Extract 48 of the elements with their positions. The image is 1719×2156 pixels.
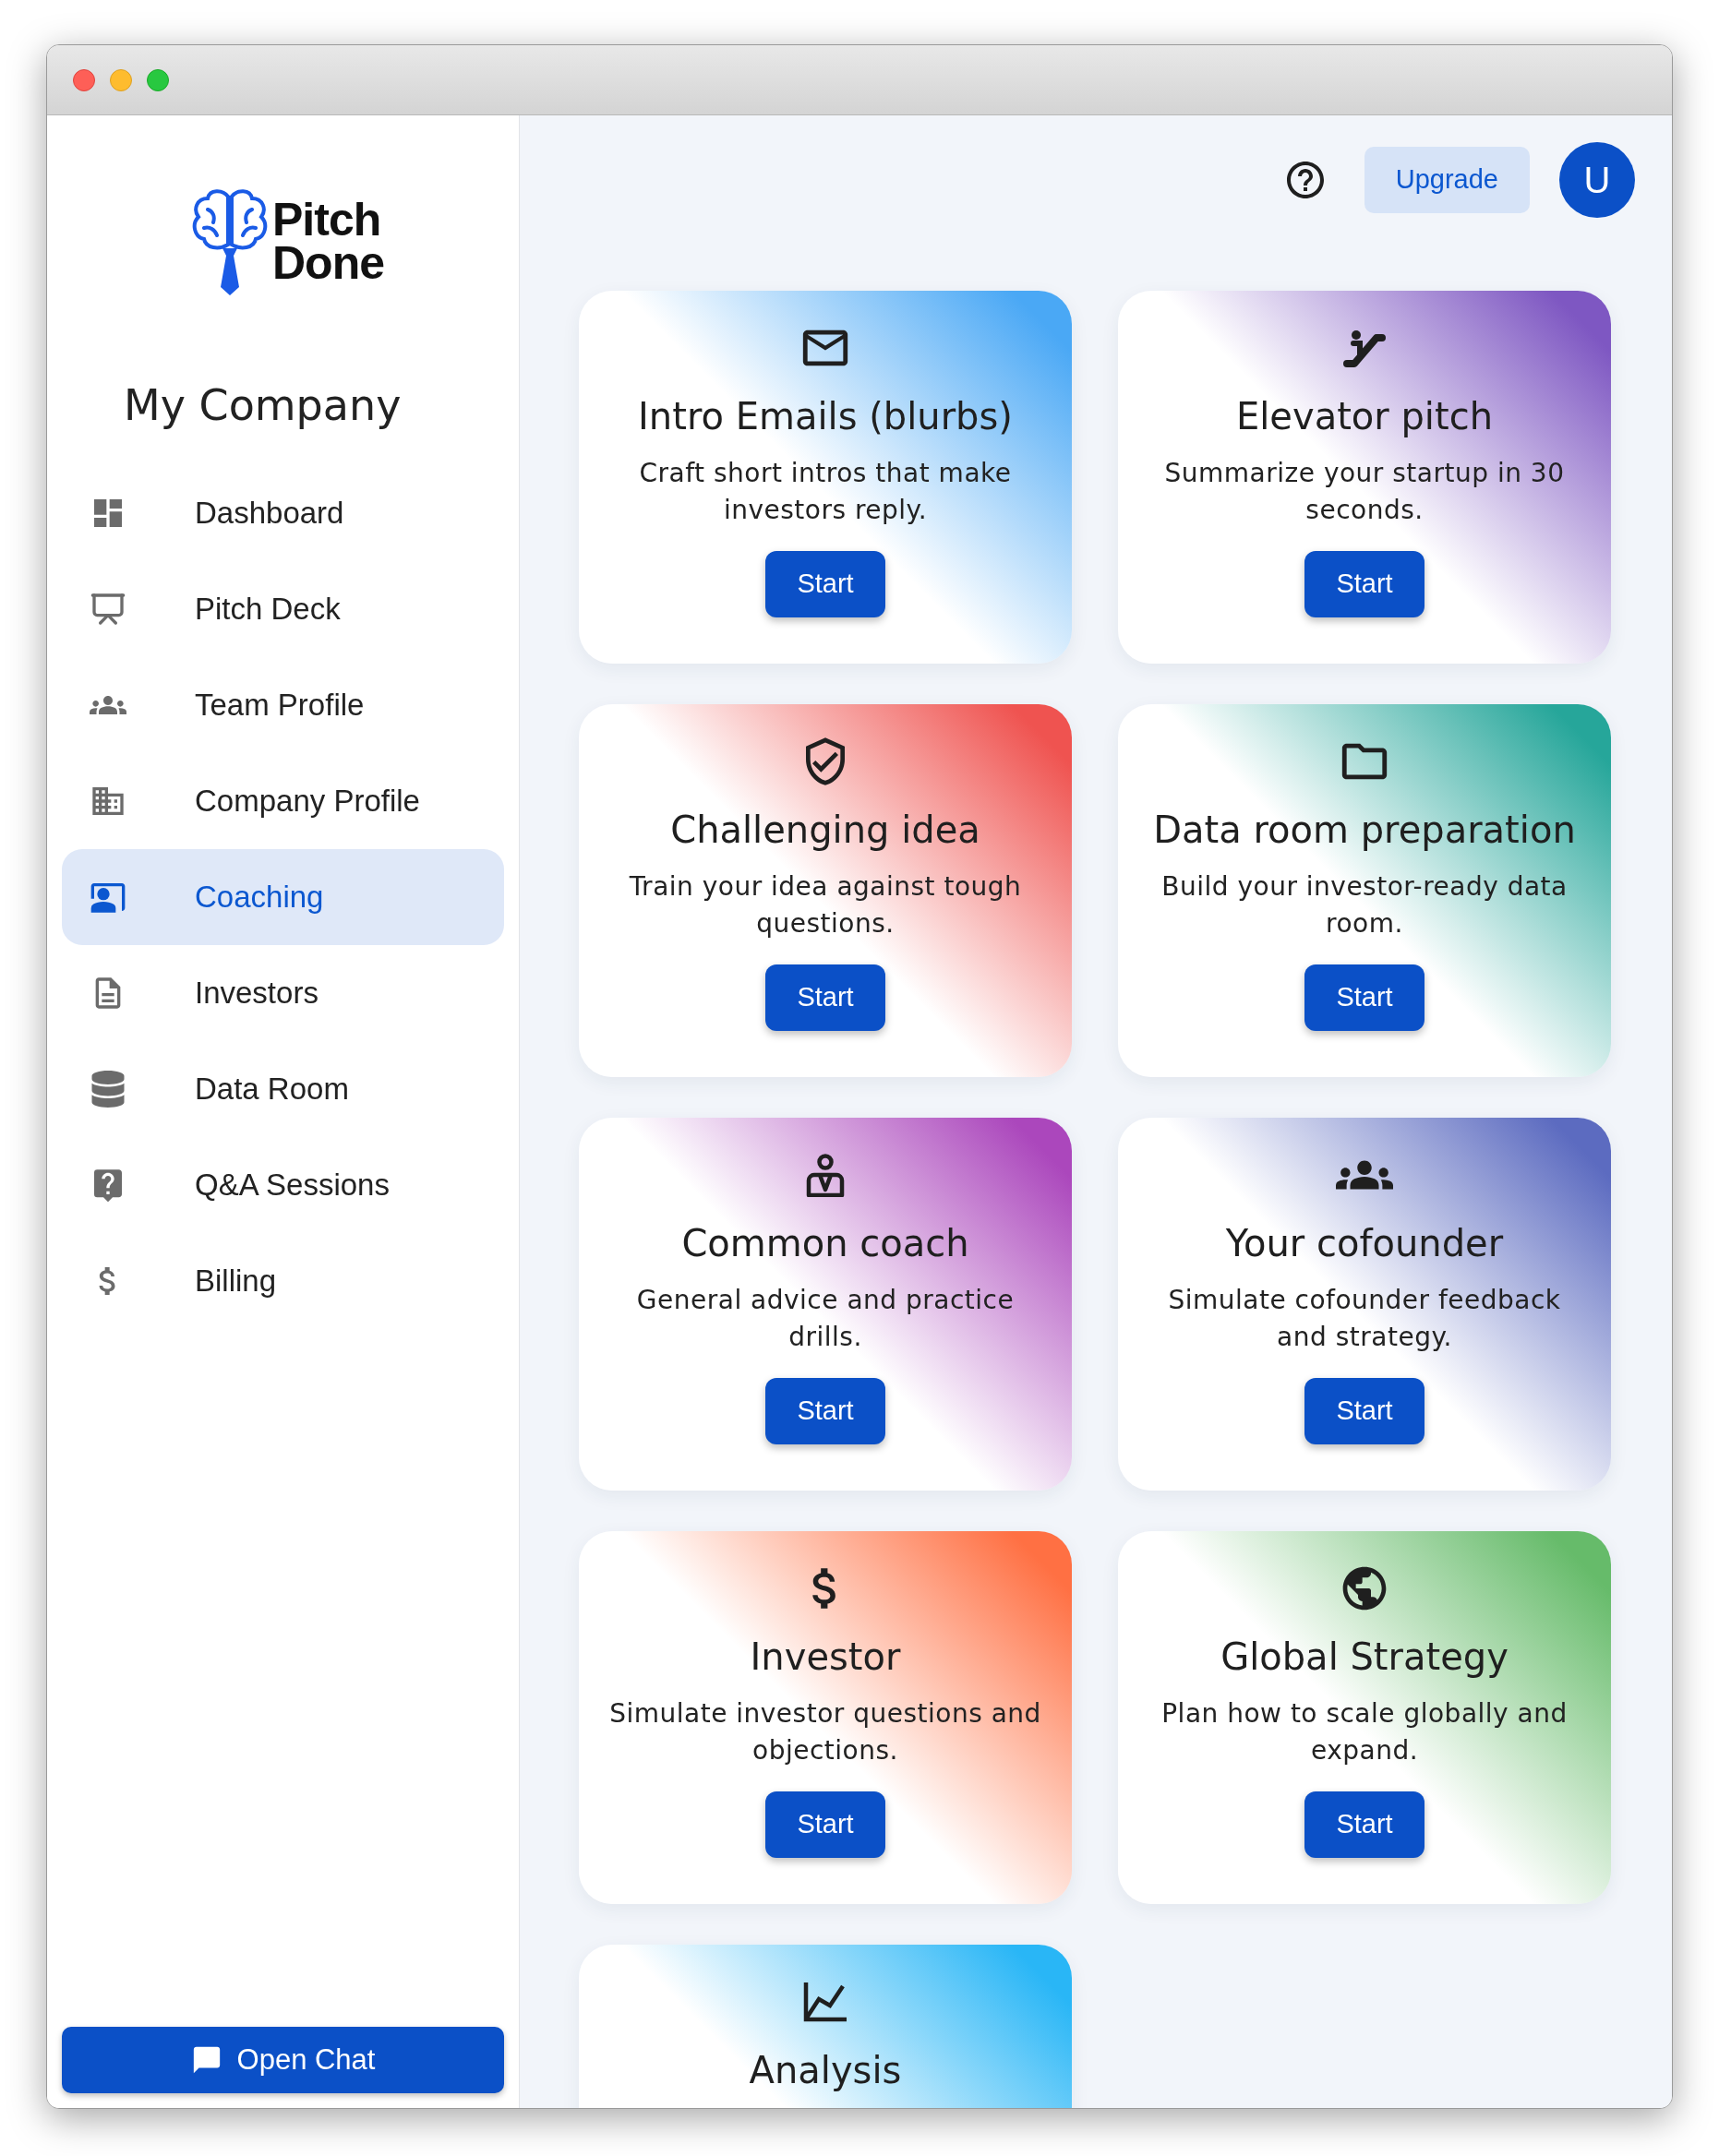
- start-button[interactable]: Start: [765, 964, 885, 1031]
- easel-icon: [90, 591, 126, 628]
- line-chart-icon: [802, 1981, 848, 2023]
- start-button[interactable]: Start: [765, 1378, 885, 1444]
- card-description: Train your idea against tough questions.: [628, 870, 1023, 940]
- maximize-window-button[interactable]: [147, 68, 169, 91]
- start-button[interactable]: Start: [765, 551, 885, 617]
- nav-item[interactable]: Dashboard: [62, 465, 504, 561]
- card-description: Simulate cofounder feedback and strategy.: [1167, 1284, 1562, 1354]
- card-description: Plan how to scale globally and expand.: [1160, 1697, 1569, 1767]
- nav-item[interactable]: Company Profile: [62, 753, 504, 849]
- logo-text: Pitch: [272, 198, 382, 242]
- nav-item[interactable]: Billing: [62, 1233, 504, 1329]
- nav-item[interactable]: Team Profile: [62, 657, 504, 753]
- minimize-window-button[interactable]: [110, 68, 132, 91]
- logo-text: Done: [272, 242, 384, 286]
- card-description: Craft short intros that make investors reply.: [638, 457, 1013, 527]
- card-description: General advice and practice drills.: [635, 1284, 1016, 1354]
- open-chat-button[interactable]: Open Chat: [62, 2027, 504, 2093]
- start-button[interactable]: Start: [1304, 1791, 1424, 1858]
- card-title: Global Strategy: [1220, 1635, 1509, 1680]
- start-button[interactable]: Start: [1304, 1378, 1424, 1444]
- close-window-button[interactable]: [73, 68, 95, 91]
- start-button[interactable]: Start: [1304, 551, 1424, 617]
- start-button[interactable]: Start: [1304, 964, 1424, 1031]
- card-description: Simulate investor questions and objections.: [608, 1697, 1042, 1767]
- card-title: Investor: [750, 1635, 901, 1680]
- person-icon: [804, 1153, 847, 1197]
- card-title: Intro Emails (blurbs): [638, 394, 1013, 439]
- company-name: My Company: [124, 379, 403, 432]
- card-title: Analysis: [749, 2048, 902, 2093]
- nav-item[interactable]: Coaching: [62, 849, 504, 945]
- nav-item[interactable]: Q&A Sessions: [62, 1137, 504, 1233]
- card-title: Common coach: [681, 1221, 969, 1266]
- start-button[interactable]: Start: [765, 1791, 885, 1858]
- card-description: Build your investor-ready data room.: [1160, 870, 1569, 940]
- brain-tie-icon: [191, 187, 269, 296]
- card-title: Challenging idea: [670, 808, 980, 853]
- card-title: Your cofounder: [1225, 1221, 1504, 1266]
- card-description: Summarize your startup in 30 seconds.: [1163, 457, 1566, 527]
- nav-item[interactable]: Investors: [62, 945, 504, 1041]
- nav-item[interactable]: Data Room: [62, 1041, 504, 1137]
- nav-item[interactable]: Pitch Deck: [62, 561, 504, 657]
- card-title: Elevator pitch: [1236, 394, 1493, 439]
- database-icon: [90, 1071, 126, 1108]
- upgrade-button[interactable]: Upgrade: [1364, 147, 1530, 213]
- card-title: Data room preparation: [1153, 808, 1576, 853]
- user-avatar[interactable]: U: [1559, 142, 1635, 218]
